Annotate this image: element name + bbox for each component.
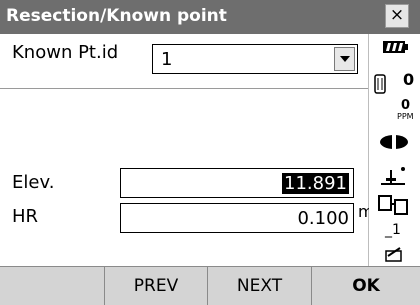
known-pt-value: 1 <box>161 49 173 70</box>
hr-input[interactable]: 0.100 <box>120 203 354 233</box>
elev-value: 11.891 <box>282 173 349 194</box>
communication-icon <box>378 195 408 215</box>
elev-label: Elev. <box>12 172 55 193</box>
ok-button[interactable]: OK <box>312 267 420 305</box>
tilt-icon <box>381 167 405 185</box>
next-button[interactable]: NEXT <box>208 267 312 305</box>
input-mode: _1 <box>385 222 401 238</box>
prev-button[interactable]: PREV <box>105 267 208 305</box>
softkey-1[interactable] <box>0 267 105 305</box>
chevron-down-icon <box>340 56 350 62</box>
battery-icon <box>383 41 408 53</box>
main-panel: Known Pt.id 1 Elev. 11.891 HR 0.100 m <box>0 34 374 266</box>
ppm-value: 0 <box>401 98 411 113</box>
softkey-bar: PREV NEXT OK <box>0 266 420 305</box>
hr-value: 0.100 <box>297 208 349 229</box>
close-button[interactable]: × <box>385 4 409 28</box>
ppm-unit: PPM <box>397 112 414 121</box>
keyboard-pen-icon <box>385 247 402 262</box>
target-icon <box>380 135 408 149</box>
status-panel: 0 0 PPM _1 <box>369 34 420 266</box>
dropdown-button[interactable] <box>334 47 355 71</box>
elev-input[interactable]: 11.891 <box>120 168 354 198</box>
title-bar: Resection/Known point × <box>0 0 420 34</box>
prism-constant: 0 <box>403 70 415 89</box>
known-pt-label: Known Pt.id <box>12 42 119 63</box>
hr-label: HR <box>12 206 39 227</box>
window-title: Resection/Known point <box>6 6 227 26</box>
prism-icon <box>374 74 386 94</box>
known-pt-dropdown[interactable]: 1 <box>152 44 358 74</box>
resection-screen: Resection/Known point × Known Pt.id 1 El… <box>0 0 420 305</box>
divider <box>0 88 368 89</box>
